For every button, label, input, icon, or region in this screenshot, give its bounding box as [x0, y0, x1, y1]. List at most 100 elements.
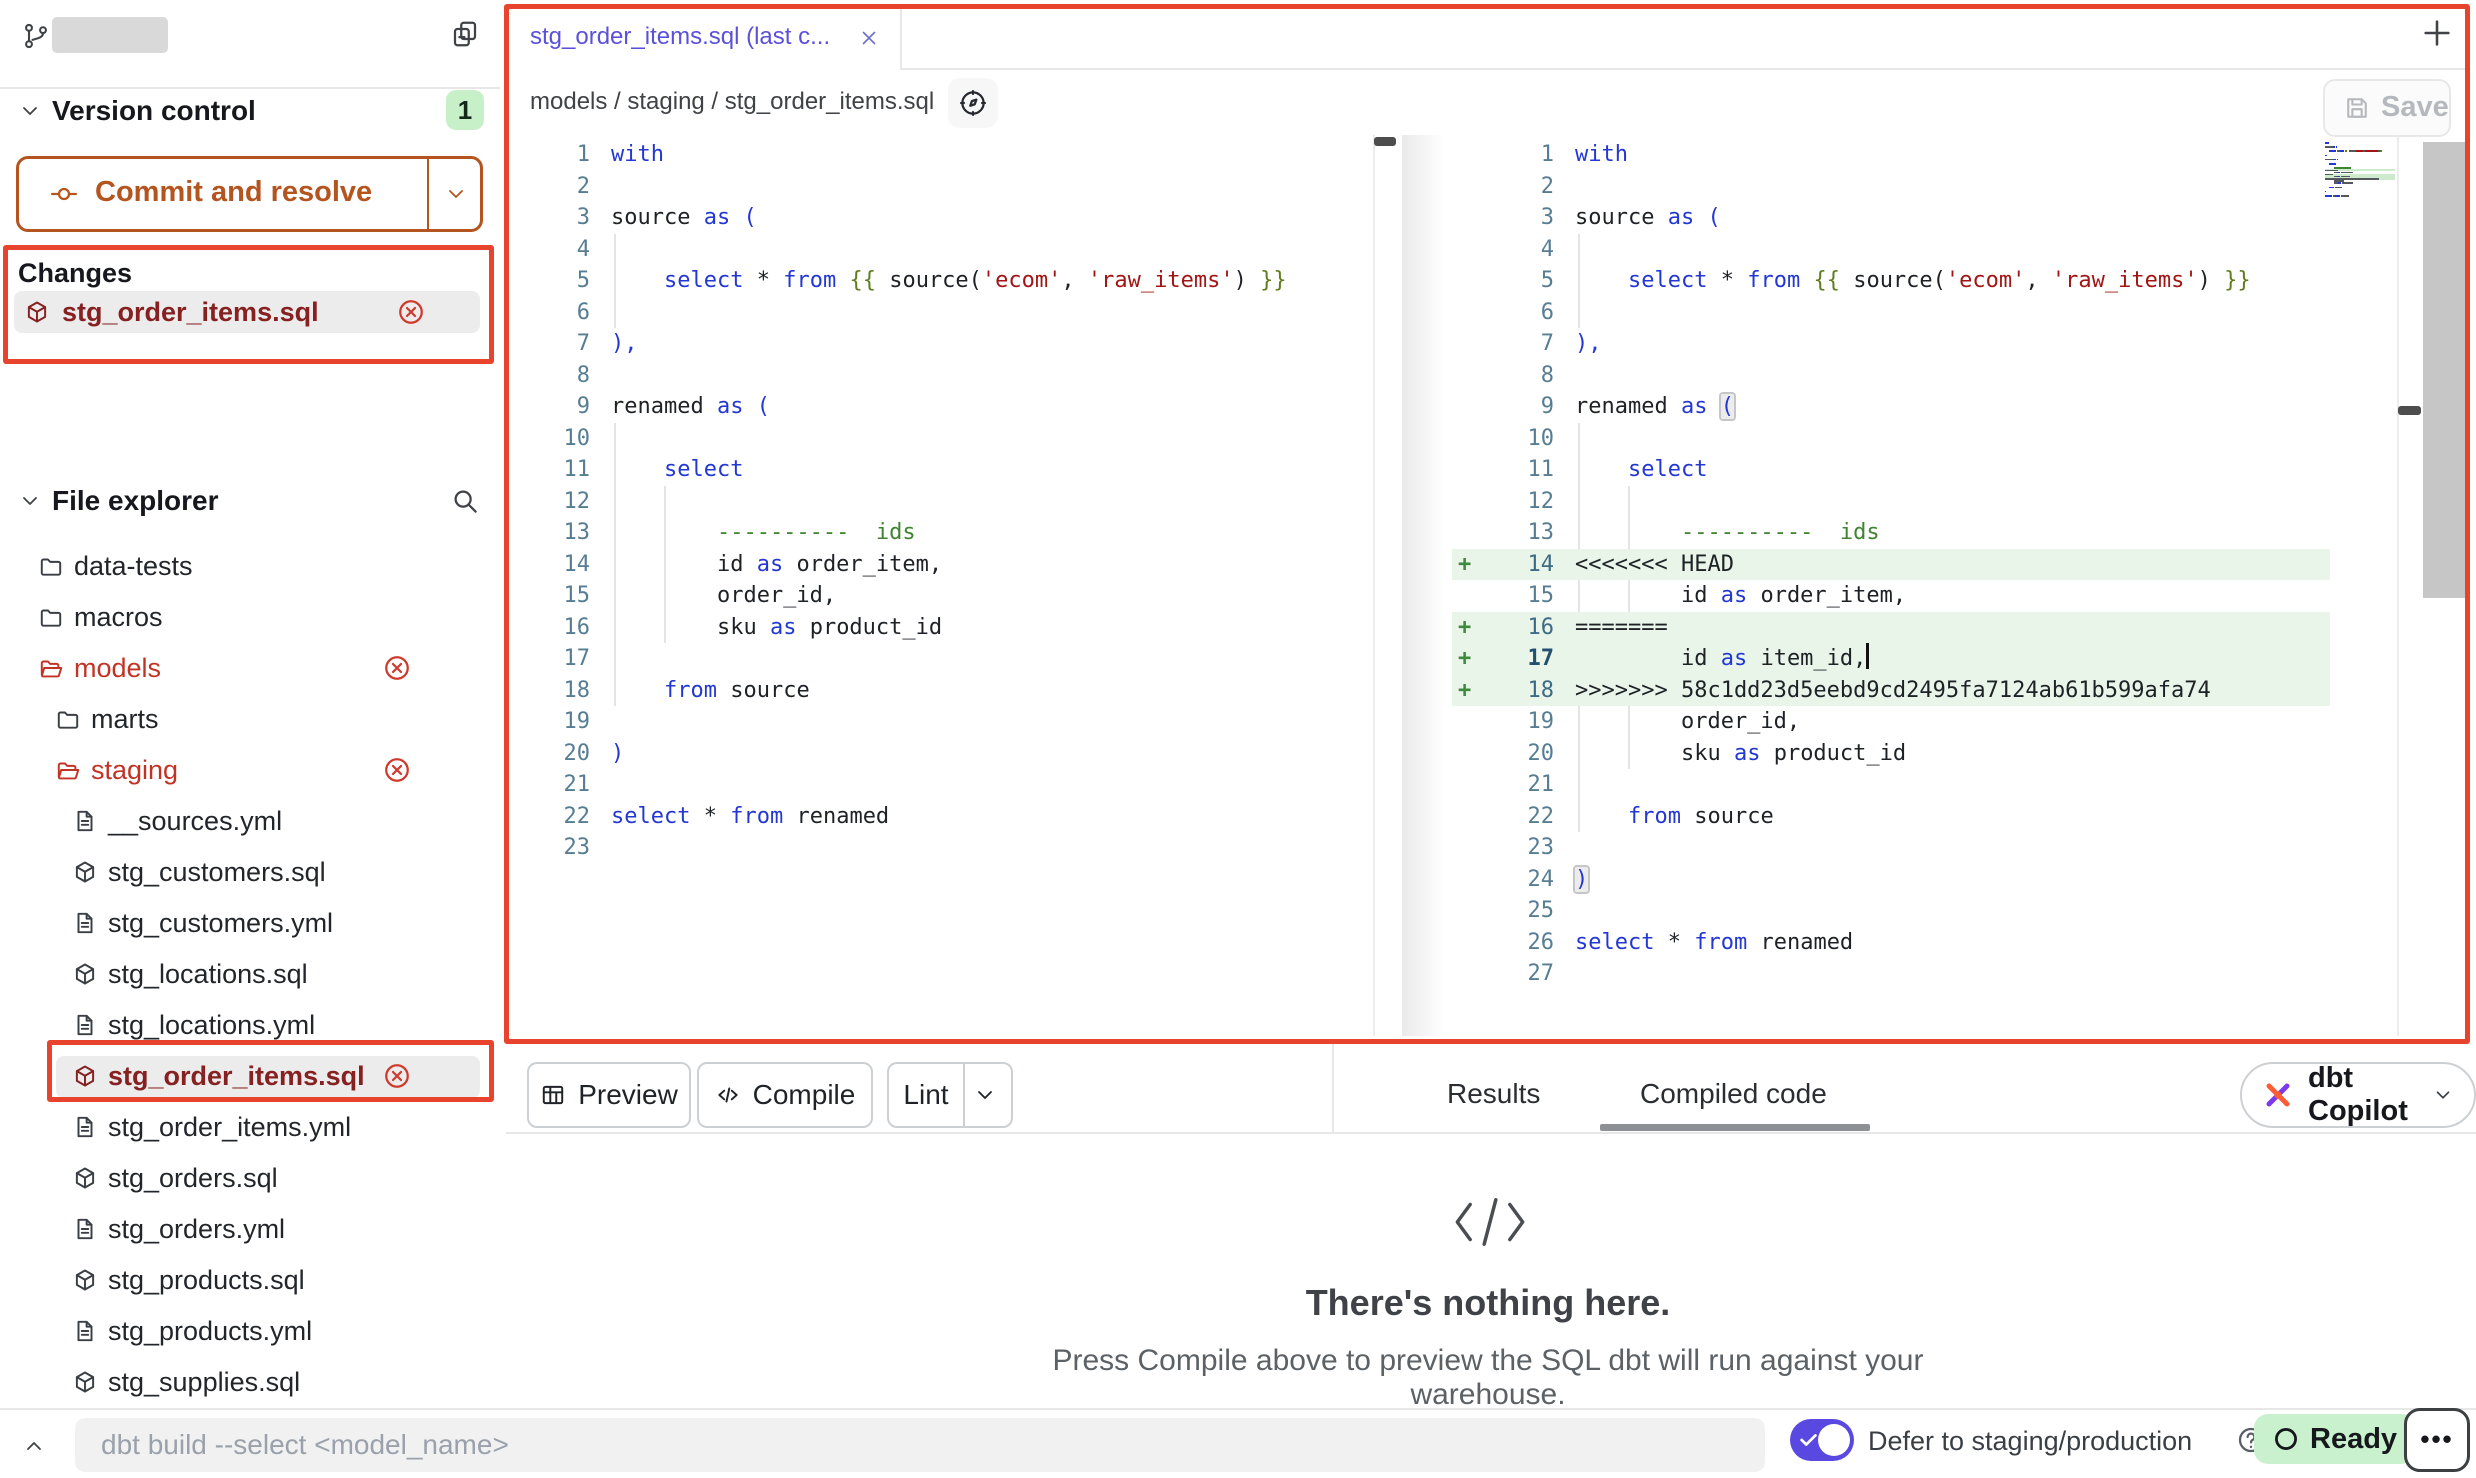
line-number: 10	[506, 423, 590, 455]
code-line[interactable]: with	[611, 139, 664, 171]
copilot-logo-icon	[2262, 1079, 2294, 1111]
defer-toggle[interactable]	[1790, 1419, 1854, 1461]
chevron-down-icon[interactable]	[973, 1083, 997, 1107]
line-number: 13	[1470, 517, 1554, 549]
tab-compiled-code[interactable]: Compiled code	[1640, 1078, 1827, 1110]
code-line[interactable]: >>>>>>> 58c1dd23d5eebd9cd2495fa7124ab61b…	[1575, 675, 2211, 707]
explorer-item[interactable]: data-tests	[0, 544, 500, 592]
code-line[interactable]: order_id,	[611, 580, 836, 612]
lint-button[interactable]: Lint	[887, 1062, 1013, 1128]
code-line[interactable]: sku as product_id	[611, 612, 942, 644]
code-line[interactable]: from source	[611, 675, 810, 707]
minimap-line	[2325, 146, 2333, 148]
model-cube-icon	[72, 1369, 98, 1395]
chevron-down-icon[interactable]	[18, 489, 42, 513]
tab-results[interactable]: Results	[1447, 1078, 1540, 1110]
left-scrollbar[interactable]	[1373, 135, 1375, 1036]
lineage-button[interactable]	[948, 78, 998, 128]
right-scrollbar[interactable]	[2397, 135, 2399, 1036]
explorer-item[interactable]: stg_order_items.yml	[0, 1105, 500, 1153]
explorer-item[interactable]: stg_locations.sql	[0, 952, 500, 1000]
right-scrollbar-thumb[interactable]	[2398, 406, 2421, 415]
explorer-item[interactable]: stg_supplies.sql	[0, 1360, 500, 1408]
explorer-item-label: marts	[91, 704, 159, 735]
code-line[interactable]: id as item_id,	[1575, 643, 1869, 675]
explorer-item[interactable]: stg_customers.yml	[0, 901, 500, 949]
explorer-item[interactable]: stg_products.sql	[0, 1258, 500, 1306]
line-number: 23	[1470, 832, 1554, 864]
discard-change-icon[interactable]	[396, 297, 426, 327]
more-options-button[interactable]: •••	[2404, 1408, 2470, 1472]
compile-button[interactable]: Compile	[697, 1062, 873, 1128]
code-line[interactable]: <<<<<<< HEAD	[1575, 549, 1734, 581]
code-line[interactable]: select * from {{ source('ecom', 'raw_ite…	[1575, 265, 2251, 297]
indent-guide	[1578, 234, 1580, 266]
minimap-viewport[interactable]	[2423, 142, 2468, 598]
code-line[interactable]: )	[611, 738, 624, 770]
explorer-item[interactable]: staging	[0, 748, 500, 796]
left-scrollbar-thumb[interactable]	[1374, 137, 1396, 146]
code-line[interactable]: select	[611, 454, 743, 486]
chevron-up-icon[interactable]	[22, 1434, 46, 1458]
code-line[interactable]: ---------- ids	[611, 517, 916, 549]
code-line[interactable]: =======	[1575, 612, 1668, 644]
defer-label: Defer to staging/production	[1868, 1426, 2192, 1457]
code-line[interactable]: source as (	[611, 202, 757, 234]
explorer-item[interactable]: stg_order_items.sql	[0, 1054, 500, 1102]
code-line[interactable]: ),	[611, 328, 638, 360]
code-line[interactable]: select	[1575, 454, 1707, 486]
code-line[interactable]: sku as product_id	[1575, 738, 1906, 770]
commit-dropdown[interactable]	[427, 159, 482, 229]
code-line[interactable]: select * from {{ source('ecom', 'raw_ite…	[611, 265, 1287, 297]
code-line[interactable]: order_id,	[1575, 706, 1800, 738]
code-line[interactable]: )	[1575, 864, 1588, 896]
minimap-line	[2340, 150, 2344, 152]
code-line[interactable]: select * from renamed	[1575, 927, 1853, 959]
code-line[interactable]: ),	[1575, 328, 1602, 360]
git-branch-icon	[22, 22, 50, 50]
explorer-item-label: stg_customers.sql	[108, 857, 326, 888]
code-line[interactable]: id as order_item,	[611, 549, 942, 581]
code-line[interactable]: select * from renamed	[611, 801, 889, 833]
code-line[interactable]: renamed as (	[1575, 391, 1734, 423]
code-line[interactable]: id as order_item,	[1575, 580, 1906, 612]
explorer-item[interactable]: marts	[0, 697, 500, 745]
dbt-copilot-button[interactable]: dbt Copilot	[2240, 1062, 2476, 1128]
chevron-down-icon[interactable]	[18, 99, 42, 123]
explorer-item[interactable]: stg_orders.sql	[0, 1156, 500, 1204]
code-line[interactable]: from source	[1575, 801, 1774, 833]
branch-name-redacted[interactable]	[52, 17, 168, 53]
explorer-item-label: stg_customers.yml	[108, 908, 333, 939]
explorer-item[interactable]: macros	[0, 595, 500, 643]
folder-icon	[55, 757, 81, 783]
code-line[interactable]: renamed as (	[611, 391, 770, 423]
copy-icon[interactable]	[450, 19, 480, 49]
code-line[interactable]: with	[1575, 139, 1628, 171]
save-label: Save	[2381, 91, 2449, 124]
minimap-line	[2325, 191, 2326, 193]
changes-item[interactable]: stg_order_items.sql	[14, 291, 480, 333]
discard-change-icon[interactable]	[382, 653, 412, 683]
preview-button[interactable]: Preview	[527, 1062, 691, 1128]
search-icon[interactable]	[450, 486, 480, 516]
explorer-item[interactable]: __sources.yml	[0, 799, 500, 847]
code-line[interactable]: ---------- ids	[1575, 517, 1880, 549]
discard-change-icon[interactable]	[382, 755, 412, 785]
minimap-line	[2349, 150, 2357, 152]
new-tab-icon[interactable]	[2420, 16, 2454, 50]
explorer-item[interactable]: stg_customers.sql	[0, 850, 500, 898]
command-input[interactable]: dbt build --select <model_name>	[75, 1418, 1765, 1472]
commit-and-resolve-button[interactable]: Commit and resolve	[16, 156, 483, 232]
explorer-item[interactable]: stg_products.yml	[0, 1309, 500, 1357]
editor-tab[interactable]: stg_order_items.sql (last c...	[506, 6, 902, 70]
folder-icon	[38, 655, 64, 681]
indent-guide	[1628, 486, 1630, 518]
explorer-item[interactable]: models	[0, 646, 500, 694]
save-button[interactable]: Save	[2323, 79, 2451, 137]
close-icon[interactable]	[858, 27, 880, 49]
code-line[interactable]: source as (	[1575, 202, 1721, 234]
explorer-item[interactable]: stg_orders.yml	[0, 1207, 500, 1255]
code-icon	[715, 1082, 741, 1108]
discard-change-icon[interactable]	[382, 1061, 412, 1091]
explorer-item[interactable]: stg_locations.yml	[0, 1003, 500, 1051]
